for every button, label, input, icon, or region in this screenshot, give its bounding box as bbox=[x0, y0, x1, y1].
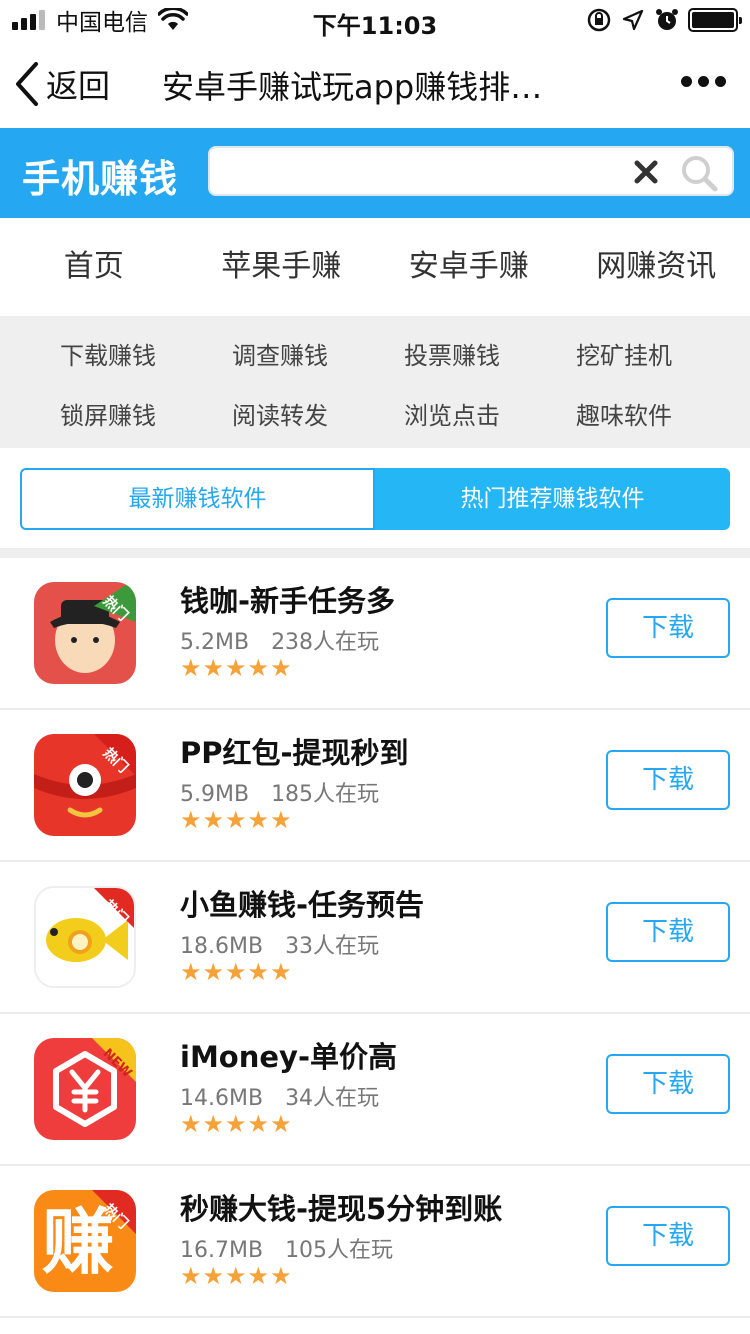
pp-hongbao-app-icon[interactable] bbox=[34, 734, 136, 836]
xiaoyu-fish-app-icon[interactable] bbox=[34, 886, 136, 988]
qianka-app-icon[interactable] bbox=[34, 582, 136, 684]
tab-android[interactable]: 安卓手赚 bbox=[375, 218, 563, 316]
list-item[interactable]: 热门 PP红包-提现秒到 5.9MB 185人在玩 ★★★★★ 下载 bbox=[0, 710, 750, 862]
back-label: 返回 bbox=[46, 67, 111, 105]
download-button[interactable]: 下载 bbox=[606, 1054, 730, 1114]
rating-stars: ★★★★★ bbox=[180, 1262, 293, 1290]
tab-news[interactable]: 网赚资讯 bbox=[563, 218, 750, 316]
app-name: PP红包-提现秒到 bbox=[180, 736, 409, 770]
category-item[interactable]: 下载赚钱 bbox=[22, 328, 194, 384]
search-box bbox=[208, 146, 734, 196]
status-right bbox=[586, 6, 742, 34]
app-name: iMoney-单价高 bbox=[180, 1040, 397, 1074]
miaozhuan-app-icon[interactable]: 赚 bbox=[34, 1190, 136, 1292]
download-button[interactable]: 下载 bbox=[606, 1206, 730, 1266]
app-players: 33人在玩 bbox=[285, 934, 380, 959]
app-name: 秒赚大钱-提现5分钟到账 bbox=[180, 1192, 503, 1226]
app-size: 18.6MB bbox=[180, 934, 264, 959]
tab-apple[interactable]: 苹果手赚 bbox=[188, 218, 376, 316]
page-title: 安卓手赚试玩app赚钱排… bbox=[162, 68, 543, 106]
rating-stars: ★★★★★ bbox=[180, 654, 293, 682]
list-toggle: 最新赚钱软件 热门推荐赚钱软件 bbox=[20, 468, 730, 530]
main-tabs: 首页 苹果手赚 安卓手赚 网赚资讯 bbox=[0, 218, 750, 316]
category-item[interactable]: 调查赚钱 bbox=[194, 328, 366, 384]
category-item[interactable]: 投票赚钱 bbox=[366, 328, 538, 384]
list-item[interactable]: 赚 热门 秒赚大钱-提现5分钟到账 16.7MB 105人在玩 ★★★★★ 下载 bbox=[0, 1166, 750, 1318]
rating-stars: ★★★★★ bbox=[180, 806, 293, 834]
tab-latest-apps[interactable]: 最新赚钱软件 bbox=[20, 468, 375, 530]
back-button[interactable]: 返回 bbox=[12, 60, 110, 108]
app-name: 小鱼赚钱-任务预告 bbox=[180, 888, 425, 922]
category-grid: 下载赚钱 调查赚钱 投票赚钱 挖矿挂机 锁屏赚钱 阅读转发 浏览点击 趣味软件 bbox=[0, 316, 750, 448]
app-size: 5.2MB bbox=[180, 630, 250, 655]
chevron-left-icon bbox=[16, 62, 38, 106]
category-item[interactable]: 挖矿挂机 bbox=[538, 328, 710, 384]
app-players: 105人在玩 bbox=[285, 1238, 394, 1263]
app-size: 5.9MB bbox=[180, 782, 250, 807]
app-players: 238人在玩 bbox=[271, 630, 380, 655]
rating-stars: ★★★★★ bbox=[180, 958, 293, 986]
app-meta: 14.6MB 34人在玩 bbox=[180, 1080, 379, 1112]
app-size: 16.7MB bbox=[180, 1238, 264, 1263]
category-item[interactable]: 浏览点击 bbox=[366, 388, 538, 444]
download-button[interactable]: 下载 bbox=[606, 902, 730, 962]
tab-hot-apps[interactable]: 热门推荐赚钱软件 bbox=[375, 468, 730, 530]
app-list: 热门 钱咖-新手任务多 5.2MB 238人在玩 ★★★★★ 下载 热门 PP红包… bbox=[0, 558, 750, 1318]
app-meta: 18.6MB 33人在玩 bbox=[180, 928, 379, 960]
rating-stars: ★★★★★ bbox=[180, 1110, 293, 1138]
search-input[interactable] bbox=[222, 154, 602, 188]
list-item[interactable]: NEW iMoney-单价高 14.6MB 34人在玩 ★★★★★ 下载 bbox=[0, 1014, 750, 1166]
list-item[interactable]: 热门 小鱼赚钱-任务预告 18.6MB 33人在玩 ★★★★★ 下载 bbox=[0, 862, 750, 1014]
app-meta: 16.7MB 105人在玩 bbox=[180, 1232, 393, 1264]
app-players: 34人在玩 bbox=[285, 1086, 380, 1111]
battery-icon bbox=[688, 8, 742, 32]
app-meta: 5.2MB 238人在玩 bbox=[180, 624, 379, 656]
alarm-icon bbox=[656, 9, 678, 30]
divider bbox=[0, 548, 750, 558]
location-icon bbox=[622, 9, 644, 31]
list-item[interactable]: 热门 钱咖-新手任务多 5.2MB 238人在玩 ★★★★★ 下载 bbox=[0, 558, 750, 710]
more-menu-icon[interactable] bbox=[675, 76, 726, 87]
category-item[interactable]: 阅读转发 bbox=[194, 388, 366, 444]
site-logo[interactable]: 手机赚钱 bbox=[22, 148, 178, 203]
app-meta: 5.9MB 185人在玩 bbox=[180, 776, 379, 808]
download-button[interactable]: 下载 bbox=[606, 598, 730, 658]
tab-home[interactable]: 首页 bbox=[0, 218, 188, 316]
orientation-lock-icon bbox=[587, 8, 611, 32]
status-bar: 中国电信 下午11:03 bbox=[0, 0, 750, 40]
nav-bar: 返回 安卓手赚试玩app赚钱排… bbox=[0, 40, 750, 128]
category-item[interactable]: 趣味软件 bbox=[538, 388, 710, 444]
app-players: 185人在玩 bbox=[271, 782, 380, 807]
site-header: 手机赚钱 bbox=[0, 128, 750, 218]
app-name: 钱咖-新手任务多 bbox=[180, 584, 396, 618]
search-icon[interactable] bbox=[678, 152, 720, 194]
imoney-app-icon[interactable] bbox=[34, 1038, 136, 1140]
download-button[interactable]: 下载 bbox=[606, 750, 730, 810]
clear-icon[interactable] bbox=[630, 156, 662, 188]
category-item[interactable]: 锁屏赚钱 bbox=[22, 388, 194, 444]
app-size: 14.6MB bbox=[180, 1086, 264, 1111]
